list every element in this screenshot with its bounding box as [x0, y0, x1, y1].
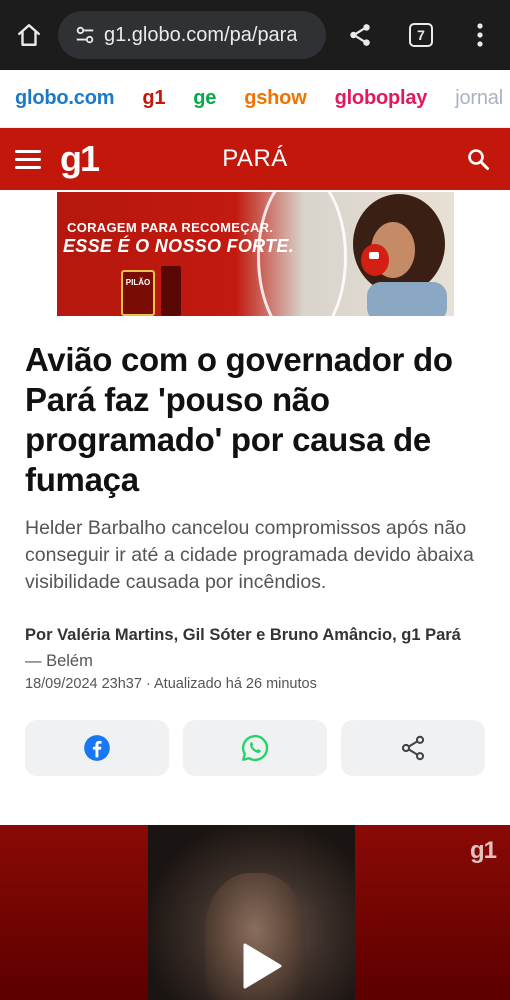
search-icon [468, 149, 489, 170]
tab-switcher-button[interactable]: 7 [392, 0, 450, 70]
browser-toolbar: g1.globo.com/pa/para 7 [0, 0, 510, 70]
portal-link-globo[interactable]: globo.com [15, 87, 115, 110]
menu-icon[interactable] [0, 128, 56, 190]
portal-link-ge[interactable]: ge [193, 87, 216, 110]
home-icon [18, 24, 40, 46]
article-subtitle: Helder Barbalho cancelou compromissos ap… [25, 517, 474, 593]
facebook-icon [84, 735, 110, 761]
whatsapp-icon [241, 734, 269, 762]
portal-link-globoplay[interactable]: globoplay [335, 87, 428, 110]
share-icon [401, 735, 425, 761]
portal-link-jornal[interactable]: jornal [455, 87, 503, 110]
ad-headline-1: CORAGEM PARA RECOMEÇAR. [67, 220, 274, 235]
tab-count: 7 [409, 23, 433, 47]
video-side-panel-left [0, 825, 148, 1000]
globo-portals-bar: globo.com g1 ge gshow globoplay jornal [0, 70, 510, 128]
url-text[interactable]: g1.globo.com/pa/para [104, 24, 297, 47]
share-facebook-button[interactable] [25, 720, 169, 776]
browser-menu-button[interactable] [450, 0, 510, 70]
ad-woman-drinking-image [353, 194, 447, 316]
article-byline: Por Valéria Martins, Gil Sóter e Bruno A… [25, 622, 495, 674]
g1-header: g1 PARÁ [0, 128, 510, 190]
share-generic-button[interactable] [341, 720, 485, 776]
share-icon [350, 24, 370, 46]
ad-product-package: PILÃO [121, 270, 155, 316]
article-location: — Belém [25, 652, 93, 670]
browser-share-button[interactable] [328, 0, 392, 70]
advertisement-banner[interactable]: CORAGEM PARA RECOMEÇAR. ESSE É O NOSSO F… [57, 192, 454, 316]
video-watermark: g1 [469, 837, 497, 864]
share-buttons [25, 720, 485, 776]
article-dateline: 18/09/2024 23h37 · Atualizado há 26 minu… [25, 676, 317, 692]
g1-logo[interactable]: g1 [60, 138, 120, 180]
home-button[interactable] [0, 0, 58, 70]
video-player[interactable]: g1 [0, 825, 510, 1000]
play-button[interactable] [236, 941, 286, 991]
portal-link-gshow[interactable]: gshow [244, 87, 307, 110]
more-vertical-icon [477, 23, 483, 47]
ad-product-package-2 [161, 266, 181, 316]
search-button[interactable] [458, 139, 498, 179]
article-headline: Avião com o governador do Pará faz 'pous… [25, 341, 453, 498]
address-bar[interactable]: g1.globo.com/pa/para [58, 11, 326, 59]
share-whatsapp-button[interactable] [183, 720, 327, 776]
article-authors: Por Valéria Martins, Gil Sóter e Bruno A… [25, 626, 461, 644]
play-icon [243, 943, 282, 989]
portal-link-g1[interactable]: g1 [142, 87, 165, 110]
site-settings-icon[interactable] [72, 22, 98, 48]
